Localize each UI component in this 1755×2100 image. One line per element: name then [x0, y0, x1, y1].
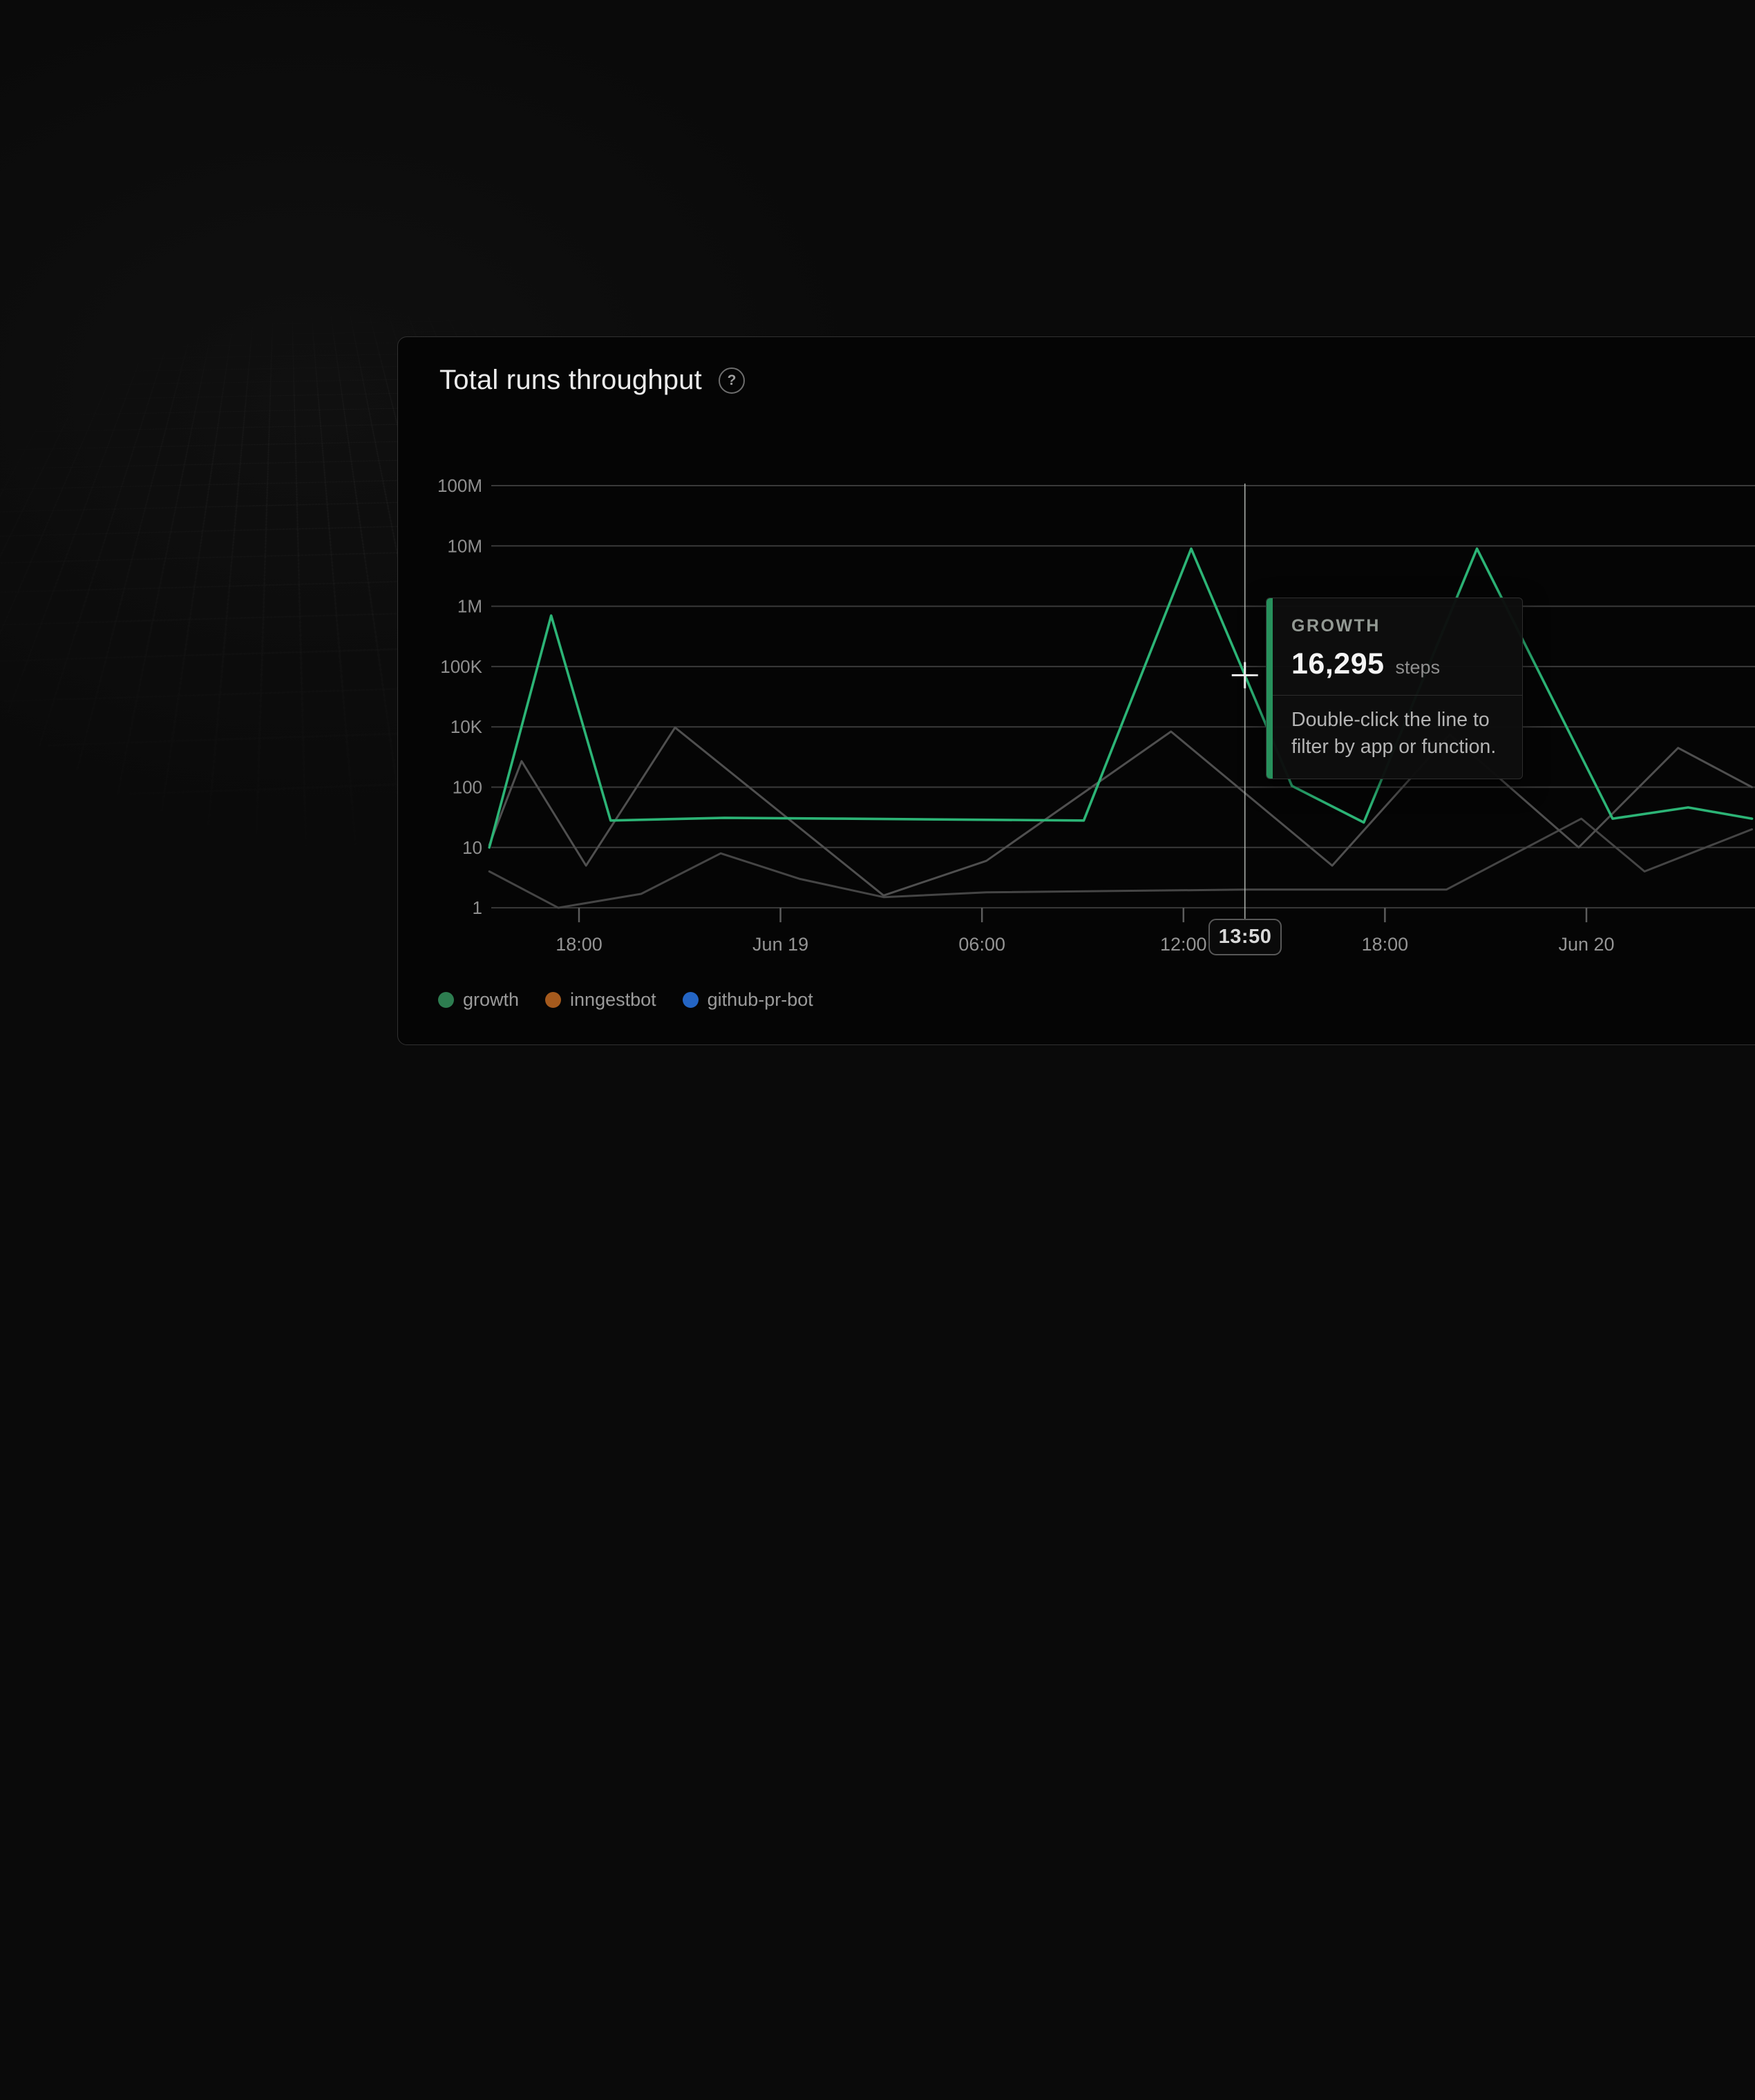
x-axis-label: Jun 20 — [1558, 934, 1614, 955]
y-axis-label: 1M — [457, 596, 482, 617]
x-axis-label: Jun 19 — [752, 934, 808, 955]
inngestbot-series-dot — [545, 992, 561, 1008]
tooltip-value: 16,295 — [1291, 647, 1385, 681]
throughput-line-chart[interactable]: 100M 10M 1M 100K 10K 100 10 1 18:00 Jun 19 06:00 12… — [398, 337, 1755, 1045]
tooltip-unit: steps — [1396, 657, 1441, 678]
chart-tooltip: GROWTH 16,295 steps Double-click the lin… — [1266, 598, 1523, 779]
legend-item-inngestbot[interactable]: inngestbot — [545, 989, 656, 1011]
y-axis-label: 10K — [450, 716, 483, 737]
tooltip-series-name: GROWTH — [1291, 616, 1504, 636]
page-background: 100M 10M 1M 100K 10K 100 10 1 18:00 Jun 19 06:00 12… — [0, 0, 1755, 1050]
x-axis-label: 18:00 — [1362, 934, 1409, 955]
legend-label: github-pr-bot — [708, 989, 813, 1011]
tooltip-series-color-bar — [1267, 598, 1273, 779]
y-axis-label: 100M — [437, 475, 482, 496]
series-line-growth[interactable] — [489, 548, 1752, 848]
legend-item-growth[interactable]: growth — [438, 989, 519, 1011]
y-axis-label: 100 — [453, 777, 482, 798]
x-axis-label: 18:00 — [556, 934, 603, 955]
y-axis-label: 100K — [440, 656, 482, 677]
github-pr-bot-series-dot — [683, 992, 699, 1008]
crosshair-time-badge: 13:50 — [1208, 919, 1282, 955]
tooltip-hint-text: Double-click the line to filter by app o… — [1291, 707, 1499, 761]
y-axis-label: 1 — [473, 897, 482, 918]
y-axis-label: 10M — [447, 535, 482, 556]
tooltip-divider — [1267, 695, 1522, 696]
chart-legend: growth inngestbot github-pr-bot — [438, 989, 813, 1011]
tooltip-value-row: 16,295 steps — [1291, 647, 1504, 681]
legend-label: inngestbot — [570, 989, 656, 1011]
legend-label: growth — [463, 989, 519, 1011]
series-line-inngestbot[interactable] — [489, 727, 1752, 895]
card-title: Total runs throughput — [439, 365, 702, 396]
card-header: Total runs throughput ? — [439, 365, 745, 396]
x-axis-label: 06:00 — [958, 934, 1005, 955]
help-icon[interactable]: ? — [719, 368, 745, 394]
x-axis-label: 12:00 — [1160, 934, 1207, 955]
legend-item-github-pr-bot[interactable]: github-pr-bot — [683, 989, 813, 1011]
y-axis-label: 10 — [462, 837, 482, 858]
growth-series-dot — [438, 992, 454, 1008]
total-runs-throughput-card: 100M 10M 1M 100K 10K 100 10 1 18:00 Jun 19 06:00 12… — [397, 336, 1755, 1045]
